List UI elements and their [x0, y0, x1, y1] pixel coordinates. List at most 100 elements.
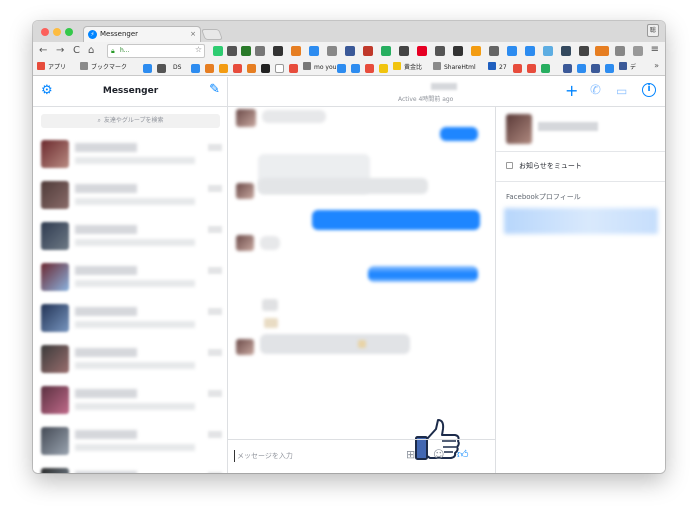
window-minimize-button[interactable]	[53, 28, 61, 36]
search-input[interactable]: ⌕ 友達やグループを検索	[41, 114, 220, 128]
conversation-item[interactable]	[33, 381, 227, 422]
extension-icon[interactable]	[309, 46, 319, 56]
bookmark-item[interactable]: ShareHtml	[433, 62, 476, 73]
conversation-item[interactable]	[33, 340, 227, 381]
home-button[interactable]: ⌂	[88, 44, 94, 58]
profile-button[interactable]: 聡	[647, 24, 659, 37]
window-maximize-button[interactable]	[65, 28, 73, 36]
forward-button[interactable]: →	[56, 44, 64, 58]
message-list	[228, 108, 496, 460]
bookmark-star-icon[interactable]: ☆	[195, 44, 202, 56]
conversation-info-icon[interactable]: i	[642, 83, 656, 97]
bookmark-icon[interactable]	[513, 64, 522, 73]
checkbox-icon[interactable]	[506, 162, 513, 169]
extension-icon[interactable]	[345, 46, 355, 56]
extension-icon[interactable]	[399, 46, 409, 56]
extension-icon[interactable]	[435, 46, 445, 56]
extension-icon[interactable]	[363, 46, 373, 56]
bookmark-icon[interactable]	[233, 64, 242, 73]
video-call-icon[interactable]: ▭	[616, 83, 627, 99]
conversation-time	[208, 267, 222, 274]
message-input[interactable]: メッセージを入力	[234, 450, 293, 462]
bookmark-icon[interactable]	[157, 64, 166, 73]
address-bar[interactable]: 🔒︎ h... ☆	[107, 44, 205, 58]
conversation-item[interactable]	[33, 299, 227, 340]
bookmark-item[interactable]: 27	[488, 62, 507, 73]
bookmark-icon[interactable]	[247, 64, 256, 73]
extension-icon[interactable]	[453, 46, 463, 56]
bookmark-icon[interactable]	[275, 64, 284, 73]
window-close-button[interactable]	[41, 28, 49, 36]
bookmark-icon[interactable]	[191, 64, 200, 73]
conversation-item[interactable]	[33, 463, 227, 473]
thread-contact-name	[431, 83, 457, 90]
bookmark-item[interactable]: DS	[173, 62, 181, 73]
bookmark-icon[interactable]	[219, 64, 228, 73]
extension-icon[interactable]	[579, 46, 589, 56]
address-url: h...	[120, 47, 130, 54]
bookmark-icon[interactable]	[143, 64, 152, 73]
bookmark-item[interactable]: ブックマーク	[80, 62, 127, 73]
bookmark-icon[interactable]	[365, 64, 374, 73]
extension-icon[interactable]	[327, 46, 337, 56]
bookmark-icon[interactable]	[205, 64, 214, 73]
bookmark-item[interactable]: 黄金比	[393, 62, 422, 73]
more-bookmarks-icon[interactable]: »	[654, 61, 659, 70]
bookmark-item[interactable]: mo you	[303, 62, 336, 73]
bookmark-icon[interactable]	[591, 64, 600, 73]
conversation-name	[75, 307, 137, 316]
extension-icon[interactable]	[273, 46, 283, 56]
tab-messenger[interactable]: ⚡ Messenger ×	[83, 26, 201, 42]
extension-icon[interactable]	[213, 46, 223, 56]
extension-icon[interactable]	[227, 46, 237, 56]
bookmark-icon[interactable]	[379, 64, 388, 73]
browser-menu-icon[interactable]: ≡	[651, 44, 659, 55]
extension-icon[interactable]	[633, 46, 643, 56]
facebook-profile-link[interactable]	[504, 208, 658, 234]
new-message-icon[interactable]: ✎	[209, 82, 220, 98]
like-button-icon[interactable]: 👍︎	[457, 448, 469, 462]
mute-notifications-checkbox[interactable]: お知らせをミュート	[506, 161, 582, 171]
extension-icon[interactable]	[241, 46, 251, 56]
extension-icon[interactable]	[525, 46, 535, 56]
conversation-item[interactable]	[33, 176, 227, 217]
conversation-item[interactable]	[33, 422, 227, 463]
bookmark-icon[interactable]	[527, 64, 536, 73]
bookmark-item[interactable]: デ	[619, 62, 636, 73]
emoji-icon[interactable]: ☺	[433, 448, 444, 462]
new-tab-button[interactable]	[200, 29, 224, 40]
reload-button[interactable]: C	[73, 44, 80, 58]
conversation-time	[208, 185, 222, 192]
add-people-icon[interactable]: +	[565, 83, 578, 99]
extension-icon[interactable]	[417, 46, 427, 56]
extension-icon[interactable]	[471, 46, 481, 56]
extension-icon[interactable]	[291, 46, 301, 56]
bookmark-icon[interactable]	[541, 64, 550, 73]
bookmark-icon[interactable]	[563, 64, 572, 73]
extension-icon[interactable]	[255, 46, 265, 56]
bookmark-item[interactable]: アプリ	[37, 62, 66, 73]
conversation-item[interactable]	[33, 135, 227, 176]
extension-icon[interactable]	[615, 46, 625, 56]
bookmark-icon[interactable]	[261, 64, 270, 73]
conversation-item[interactable]	[33, 258, 227, 299]
avatar	[41, 345, 69, 373]
back-button[interactable]: ←	[39, 44, 47, 58]
conversation-snippet	[75, 444, 195, 451]
extension-icon[interactable]	[543, 46, 553, 56]
extension-icon[interactable]	[507, 46, 517, 56]
bookmark-icon[interactable]	[337, 64, 346, 73]
extension-icon[interactable]	[489, 46, 499, 56]
voice-call-icon[interactable]: ✆	[590, 83, 601, 99]
image-upload-icon[interactable]: ⊞	[406, 448, 415, 462]
bookmark-icon[interactable]	[289, 64, 298, 73]
extension-icon[interactable]	[561, 46, 571, 56]
conversation-item[interactable]	[33, 217, 227, 258]
extension-icon[interactable]	[595, 46, 609, 56]
tab-close-icon[interactable]: ×	[190, 27, 196, 42]
bookmark-icon[interactable]	[351, 64, 360, 73]
bookmark-icon[interactable]	[577, 64, 586, 73]
extension-icon[interactable]	[381, 46, 391, 56]
message-thread: Active 4時間前 ago + ✆ ▭ i メッセージを入力 ⊞ ☺ 👍︎	[228, 77, 665, 473]
bookmark-icon[interactable]	[605, 64, 614, 73]
